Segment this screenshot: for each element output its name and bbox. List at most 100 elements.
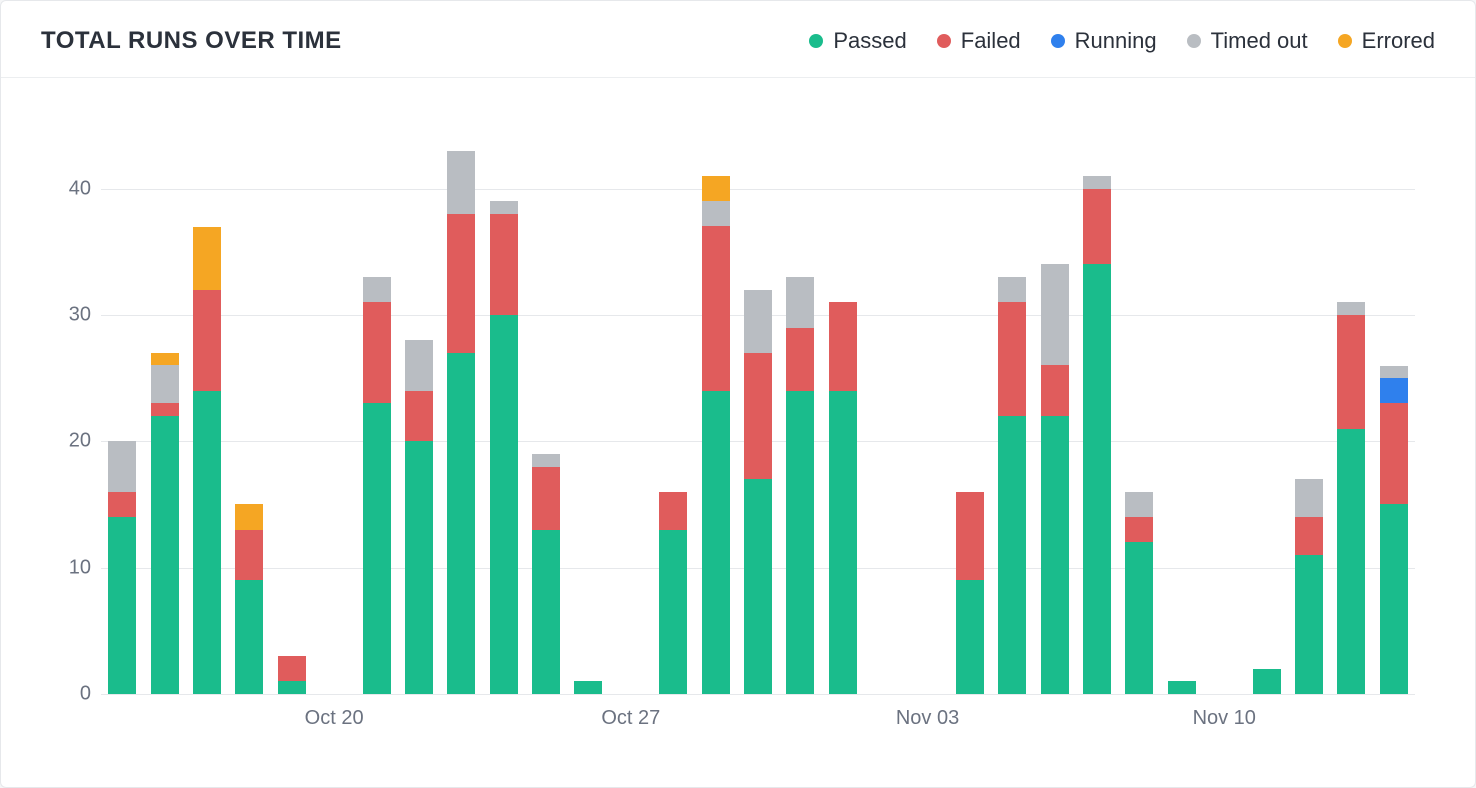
bar-segment-failed[interactable] <box>363 302 391 403</box>
bar-segment-passed[interactable] <box>151 416 179 694</box>
bar[interactable] <box>108 441 136 694</box>
bar-segment-failed[interactable] <box>702 226 730 390</box>
bar[interactable] <box>1337 302 1365 694</box>
bar-segment-timed-out[interactable] <box>1125 492 1153 517</box>
bar-segment-passed[interactable] <box>956 580 984 694</box>
bar-segment-timed-out[interactable] <box>998 277 1026 302</box>
bar-segment-failed[interactable] <box>1295 517 1323 555</box>
bar-segment-failed[interactable] <box>1083 189 1111 265</box>
bar[interactable] <box>1125 492 1153 694</box>
bar-segment-errored[interactable] <box>235 504 263 529</box>
bar-segment-failed[interactable] <box>235 530 263 581</box>
legend-item-running[interactable]: Running <box>1051 28 1157 54</box>
bar-segment-failed[interactable] <box>829 302 857 390</box>
bar-segment-failed[interactable] <box>490 214 518 315</box>
bar-segment-passed[interactable] <box>702 391 730 694</box>
bar-segment-passed[interactable] <box>659 530 687 694</box>
bar-segment-failed[interactable] <box>786 328 814 391</box>
bar[interactable] <box>998 277 1026 694</box>
bar-segment-passed[interactable] <box>829 391 857 694</box>
bar-segment-passed[interactable] <box>1125 542 1153 694</box>
bar[interactable] <box>405 340 433 694</box>
bar[interactable] <box>1295 479 1323 694</box>
legend-item-timedout[interactable]: Timed out <box>1187 28 1308 54</box>
bar[interactable] <box>490 201 518 694</box>
bar[interactable] <box>659 492 687 694</box>
bar-segment-failed[interactable] <box>998 302 1026 416</box>
bar-segment-passed[interactable] <box>532 530 560 694</box>
bar[interactable] <box>447 151 475 694</box>
bar-segment-passed[interactable] <box>998 416 1026 694</box>
bar[interactable] <box>235 504 263 694</box>
bar-segment-timed-out[interactable] <box>1041 264 1069 365</box>
bar-segment-timed-out[interactable] <box>490 201 518 214</box>
bar-segment-errored[interactable] <box>193 227 221 290</box>
bar[interactable] <box>1041 264 1069 694</box>
bar-segment-failed[interactable] <box>744 353 772 479</box>
bar-segment-passed[interactable] <box>490 315 518 694</box>
bar[interactable] <box>151 353 179 694</box>
bar-segment-timed-out[interactable] <box>532 454 560 467</box>
bar-segment-failed[interactable] <box>956 492 984 580</box>
bar[interactable] <box>1083 176 1111 694</box>
bar-segment-passed[interactable] <box>447 353 475 694</box>
bar[interactable] <box>1253 669 1281 694</box>
bar-segment-timed-out[interactable] <box>108 441 136 492</box>
bar-segment-passed[interactable] <box>1168 681 1196 694</box>
bar-segment-timed-out[interactable] <box>744 290 772 353</box>
bar[interactable] <box>744 290 772 694</box>
bar[interactable] <box>956 492 984 694</box>
bar-segment-passed[interactable] <box>405 441 433 694</box>
bar[interactable] <box>278 656 306 694</box>
bar-segment-passed[interactable] <box>1337 429 1365 694</box>
bar-segment-timed-out[interactable] <box>363 277 391 302</box>
bar-segment-passed[interactable] <box>363 403 391 694</box>
bar-segment-timed-out[interactable] <box>405 340 433 391</box>
bar-segment-timed-out[interactable] <box>1295 479 1323 517</box>
bar-segment-passed[interactable] <box>1295 555 1323 694</box>
legend-item-errored[interactable]: Errored <box>1338 28 1435 54</box>
bar[interactable] <box>829 302 857 694</box>
bar-segment-timed-out[interactable] <box>1380 366 1408 379</box>
bar-segment-timed-out[interactable] <box>1337 302 1365 315</box>
bar-segment-passed[interactable] <box>235 580 263 694</box>
bar-segment-failed[interactable] <box>1380 403 1408 504</box>
bar-segment-timed-out[interactable] <box>151 365 179 403</box>
bar[interactable] <box>1380 365 1408 694</box>
bar-segment-failed[interactable] <box>659 492 687 530</box>
legend-item-failed[interactable]: Failed <box>937 28 1021 54</box>
bar[interactable] <box>702 176 730 694</box>
bar-segment-failed[interactable] <box>1337 315 1365 429</box>
bar-segment-failed[interactable] <box>532 467 560 530</box>
bar-segment-passed[interactable] <box>744 479 772 694</box>
bar-segment-passed[interactable] <box>108 517 136 694</box>
bar-segment-timed-out[interactable] <box>1083 176 1111 189</box>
bar-segment-failed[interactable] <box>151 403 179 416</box>
bar-segment-failed[interactable] <box>447 214 475 353</box>
bar-segment-passed[interactable] <box>1083 264 1111 694</box>
bar-segment-failed[interactable] <box>1041 365 1069 416</box>
bar-segment-passed[interactable] <box>1041 416 1069 694</box>
bar[interactable] <box>574 681 602 694</box>
bar-segment-errored[interactable] <box>702 176 730 201</box>
bar-segment-errored[interactable] <box>151 353 179 366</box>
bar-segment-passed[interactable] <box>1253 669 1281 694</box>
bar-segment-passed[interactable] <box>574 681 602 694</box>
bar-segment-failed[interactable] <box>108 492 136 517</box>
bar-segment-timed-out[interactable] <box>786 277 814 328</box>
bar-segment-failed[interactable] <box>278 656 306 681</box>
bar-segment-timed-out[interactable] <box>447 151 475 214</box>
bar[interactable] <box>193 226 221 694</box>
bar-segment-failed[interactable] <box>1125 517 1153 542</box>
bar[interactable] <box>363 277 391 694</box>
bar[interactable] <box>786 277 814 694</box>
legend-item-passed[interactable]: Passed <box>809 28 906 54</box>
bar-segment-passed[interactable] <box>786 391 814 694</box>
bar-segment-failed[interactable] <box>193 290 221 391</box>
bar-segment-passed[interactable] <box>193 391 221 694</box>
bar-segment-failed[interactable] <box>405 391 433 442</box>
bar-segment-running[interactable] <box>1380 378 1408 403</box>
bar-segment-timed-out[interactable] <box>702 201 730 226</box>
bar[interactable] <box>1168 681 1196 694</box>
bar-segment-passed[interactable] <box>278 681 306 694</box>
